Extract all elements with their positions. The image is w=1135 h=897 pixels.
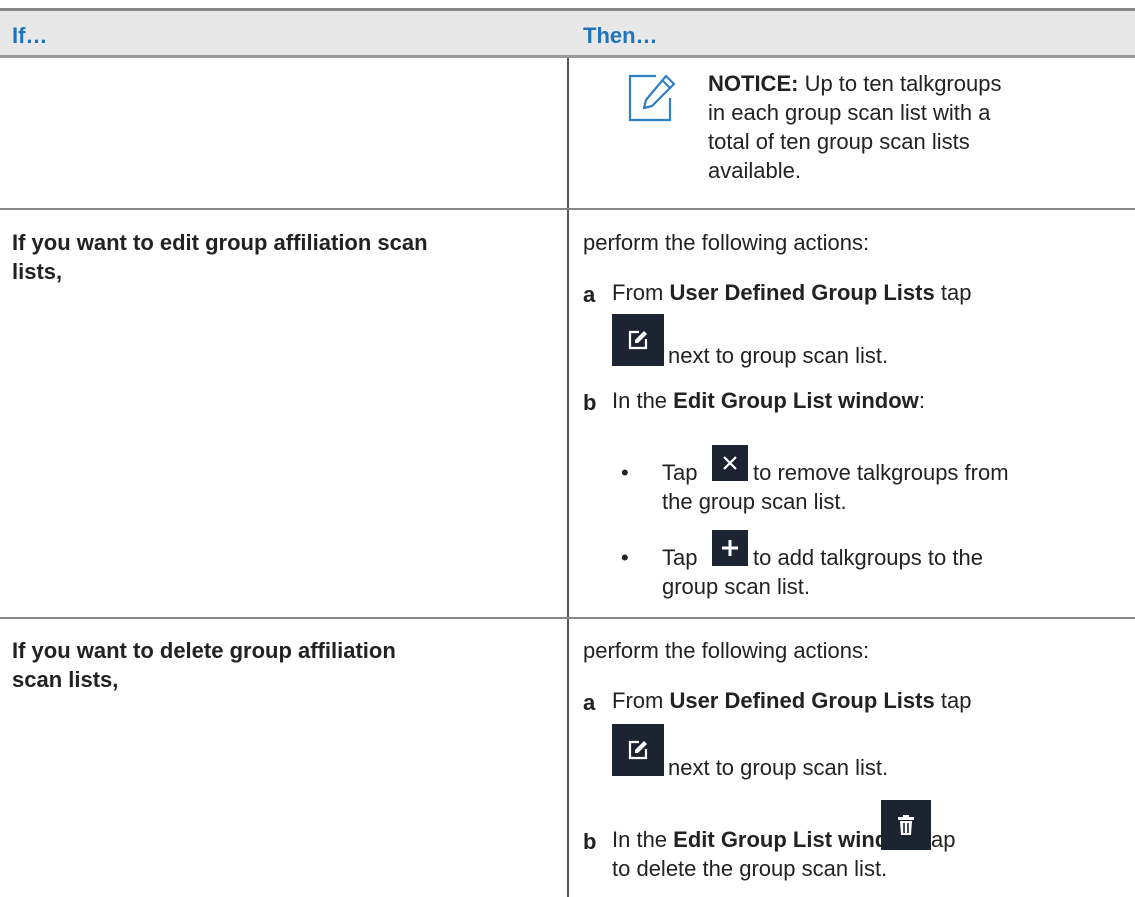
row-divider-1 [0,208,1135,210]
row1-step-a-bold: User Defined Group Lists [669,280,935,305]
notice-pencil-icon [626,72,678,124]
row1-step-b-bold: Edit Group List window [673,388,919,413]
row2-step-a-prefix: From [612,688,670,713]
header-if: If… [12,23,48,48]
row2-intro: perform the following actions: [583,638,870,663]
notice-line-2: in each group scan list with a [708,100,991,125]
row1-bullet-1-tap: Tap [662,460,698,485]
row1-bullet-2-tap: Tap [662,545,698,570]
row2-step-b-prefix: In the [612,827,674,852]
header-then: Then… [583,23,658,48]
edit-icon [612,724,664,776]
row2-step-a-bold: User Defined Group Lists [669,688,935,713]
plus-icon [712,530,748,566]
row1-bullet-2-marker: • [621,545,629,570]
if-then-table: If… Then… NOTICE: Up to ten talkgroups i… [0,0,1135,897]
notice-line-3: total of ten group scan lists [708,129,970,154]
row2-step-a-suffix: tap [934,688,972,713]
row1-step-b-prefix: In the [612,388,674,413]
row1-bullet-2-rest-2: group scan list. [662,574,810,599]
row2-step-a-text: From User Defined Group Lists tap [612,686,971,715]
row2-condition-line-2: scan lists, [12,667,119,692]
row2-step-b-line-2: to delete the group scan list. [612,856,888,881]
row1-step-b-text: In the Edit Group List window: [612,386,925,415]
row2-condition-line-1: If you want to delete group affiliation [12,638,396,663]
notice-label: NOTICE: [708,71,799,96]
row1-bullet-2-rest-1: to add talkgroups to the [753,545,983,570]
row1-bullet-1-marker: • [621,460,629,485]
row1-step-a-after: next to group scan list. [668,343,889,368]
row1-step-a-prefix: From [612,280,670,305]
row1-intro: perform the following actions: [583,230,870,255]
notice-text-1: Up to ten talkgroups [798,71,1002,96]
notice-line-1: NOTICE: Up to ten talkgroups [708,69,1001,98]
column-divider [567,58,569,897]
row2-step-b-letter: b [583,829,597,854]
row1-condition-line-1: If you want to edit group affiliation sc… [12,230,428,255]
row-divider-2 [0,617,1135,619]
trash-icon [881,800,931,850]
row1-bullet-1-rest-2: the group scan list. [662,489,847,514]
row1-step-a-suffix: tap [934,280,972,305]
row1-step-b-suffix: : [918,388,925,413]
row1-step-a-text: From User Defined Group Lists tap [612,278,971,307]
table-header [0,11,1135,55]
row1-step-a-letter: a [583,282,596,307]
row1-condition-line-2: lists, [12,259,63,284]
row1-bullet-1-rest-1: to remove talkgroups from [753,460,1009,485]
row1-step-b-letter: b [583,390,597,415]
notice-line-4: available. [708,158,801,183]
row2-step-a-letter: a [583,690,596,715]
row2-step-a-after: next to group scan list. [668,755,889,780]
close-icon [712,445,748,481]
edit-icon [612,314,664,366]
